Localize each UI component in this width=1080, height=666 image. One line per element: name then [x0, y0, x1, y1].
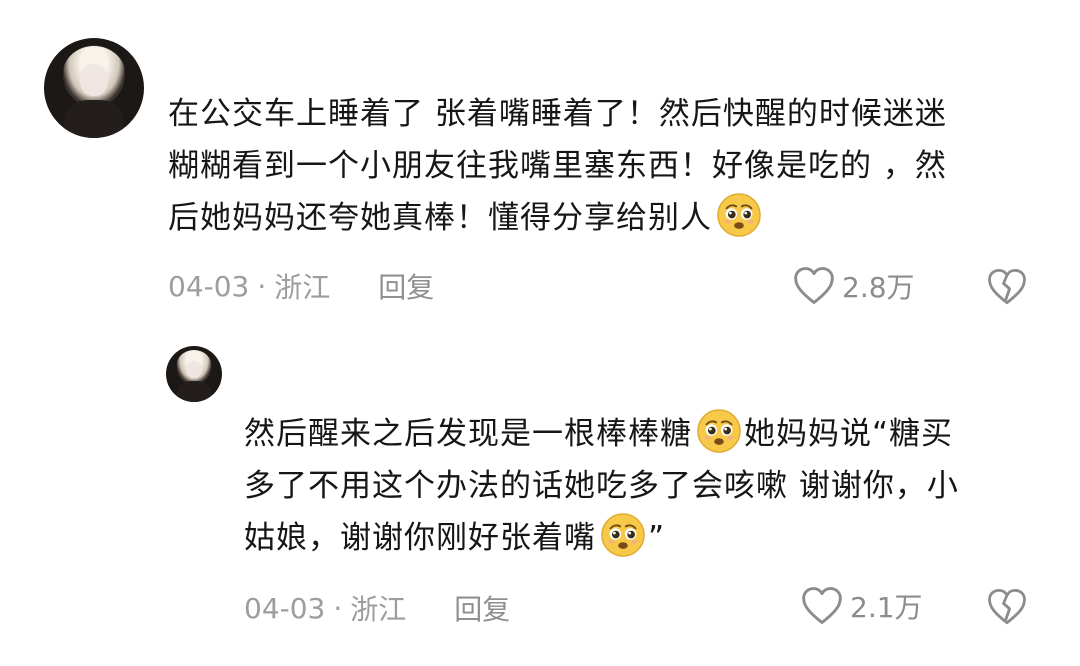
comment-line-3: 后她妈妈还夸她真棒！懂得分享给别人 [168, 192, 1048, 244]
reply-like-button[interactable]: 2.1万 [800, 584, 923, 628]
broken-heart-icon[interactable] [986, 266, 1028, 308]
pleading-face-icon [696, 408, 742, 454]
comment-date: 04-03 [168, 269, 250, 303]
reply-text: 然后醒来之后发现是一根棒棒糖 她妈妈说“糖买 多了不用这个办法的话她吃多了会咳嗽 … [244, 408, 1054, 564]
reply-reply-button[interactable]: 回复 [454, 588, 510, 628]
heart-icon [792, 264, 836, 308]
reply-line-1: 然后醒来之后发现是一根棒棒糖 她妈妈说“糖买 [244, 408, 1054, 460]
reply-button[interactable]: 回复 [378, 266, 434, 306]
avatar-face [186, 360, 202, 379]
comment-location: 浙江 [274, 271, 331, 304]
comment-like-button[interactable]: 2.8万 [792, 264, 915, 308]
reply-line-3: 姑娘，谢谢你刚好张着嘴” [244, 512, 1054, 564]
avatar-face [80, 64, 108, 96]
meta-separator: · [333, 591, 343, 625]
reply-line-2: 多了不用这个办法的话她吃多了会咳嗽 谢谢你，小 [244, 468, 959, 504]
pleading-face-icon [600, 512, 646, 558]
comment-line-2: 糊糊看到一个小朋友往我嘴里塞东西！好像是吃的 ，然 [168, 148, 947, 184]
reply-meta: 04-03 · 浙江 回复 [244, 588, 510, 628]
reply-location: 浙江 [350, 593, 407, 626]
meta-separator: · [257, 269, 267, 303]
avatar-body [64, 100, 124, 138]
reply-avatar[interactable] [166, 346, 222, 402]
reply-like-count: 2.1万 [850, 591, 923, 624]
heart-icon [800, 584, 844, 628]
comment-text: 在公交车上睡着了 张着嘴睡着了！然后快醒的时候迷迷 糊糊看到一个小朋友往我嘴里塞… [168, 88, 1048, 244]
comment-like-count: 2.8万 [842, 271, 915, 304]
avatar-body [177, 380, 211, 402]
pleading-face-icon [716, 192, 762, 238]
broken-heart-icon[interactable] [986, 586, 1028, 628]
comment-meta: 04-03 · 浙江 回复 [168, 266, 434, 306]
comment-line-1: 在公交车上睡着了 张着嘴睡着了！然后快醒的时候迷迷 [168, 96, 947, 132]
reply-date: 04-03 [244, 591, 326, 625]
comment-avatar[interactable] [44, 38, 144, 138]
